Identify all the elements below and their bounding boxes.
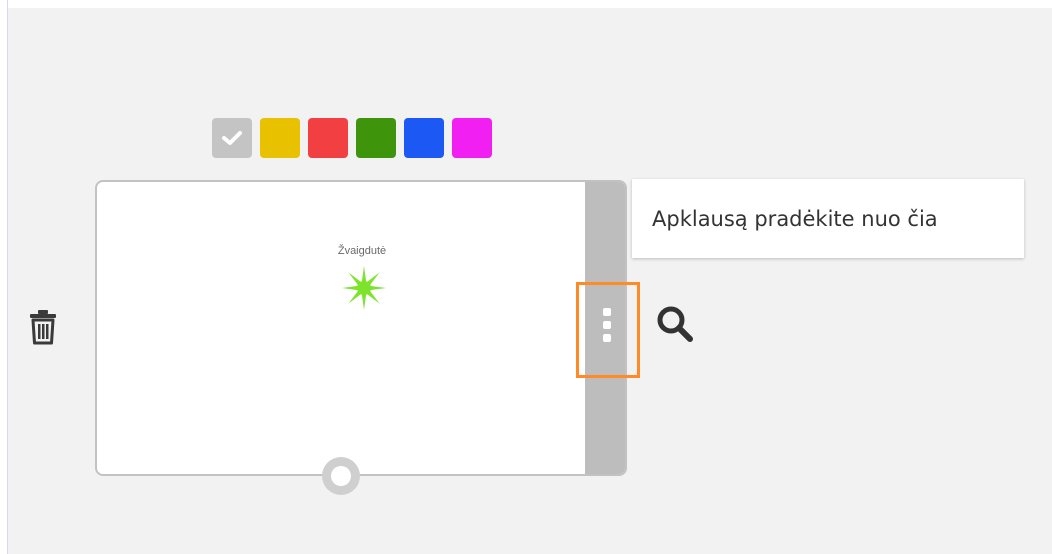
question-node-card[interactable]: Žvaigdutė [95, 180, 627, 476]
color-swatch-magenta[interactable] [452, 118, 492, 158]
search-icon[interactable] [654, 303, 696, 345]
left-border [0, 0, 8, 554]
color-swatch-yellow[interactable] [260, 118, 300, 158]
check-icon [222, 131, 242, 145]
star-burst-icon [342, 266, 386, 310]
color-swatch-gray[interactable] [212, 118, 252, 158]
color-swatch-red[interactable] [308, 118, 348, 158]
vertical-dots-icon[interactable] [601, 308, 613, 342]
tooltip: Apklausą pradėkite nuo čia [632, 179, 1024, 258]
color-swatch-blue[interactable] [404, 118, 444, 158]
color-palette [212, 118, 492, 158]
tooltip-text: Apklausą pradėkite nuo čia [652, 206, 938, 231]
color-swatch-green[interactable] [356, 118, 396, 158]
trash-icon[interactable] [26, 307, 60, 347]
connector-handle[interactable] [322, 457, 360, 495]
top-strip [8, 0, 1052, 8]
node-title: Žvaigdutė [337, 245, 387, 257]
